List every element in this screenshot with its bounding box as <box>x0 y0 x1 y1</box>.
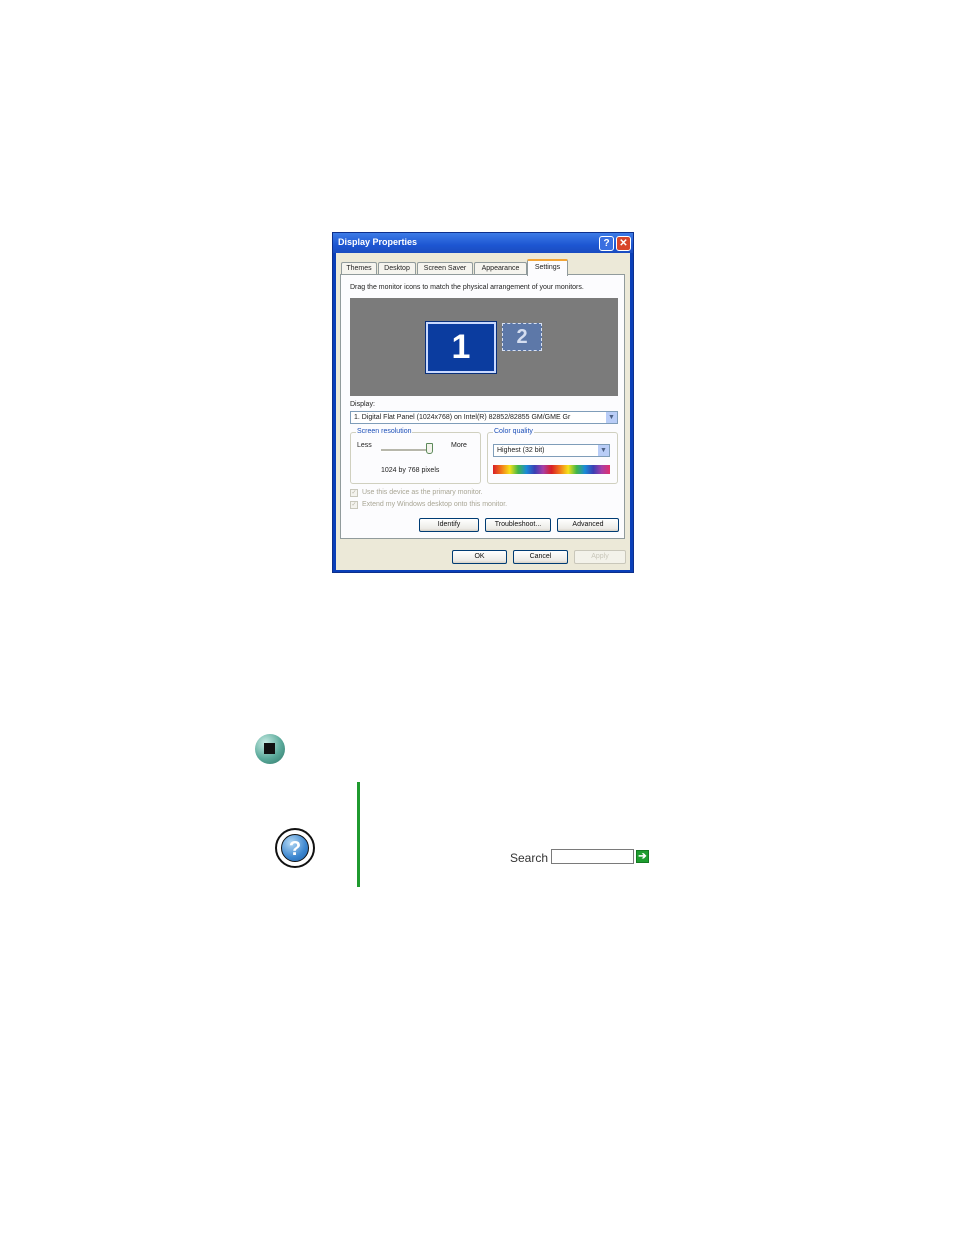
color-spectrum-bar <box>493 465 610 474</box>
window-title: Display Properties <box>338 237 418 247</box>
chevron-down-icon[interactable]: ▼ <box>598 445 609 456</box>
resolution-less-label: Less <box>357 442 372 449</box>
color-quality-title: Color quality <box>493 428 534 435</box>
resolution-value-text: 1024 by 768 pixels <box>381 467 440 474</box>
question-icon: ? <box>603 238 610 249</box>
monitor-arrangement-area[interactable]: 1 2 <box>350 298 618 396</box>
resolution-slider-thumb[interactable] <box>426 443 433 454</box>
extend-desktop-label: Extend my Windows desktop onto this moni… <box>362 501 508 508</box>
stop-square-bullet-icon <box>255 734 285 764</box>
question-mark-help-icon: ? <box>275 828 315 868</box>
color-quality-value: Highest (32 bit) <box>497 447 545 454</box>
screen-resolution-title: Screen resolution <box>356 428 413 435</box>
search-label: Search <box>510 851 549 865</box>
primary-monitor-label: Use this device as the primary monitor. <box>362 489 483 496</box>
square-icon <box>264 743 275 754</box>
troubleshoot-button[interactable]: Troubleshoot... <box>485 518 551 532</box>
help-button[interactable]: ? <box>599 236 614 251</box>
display-label: Display: <box>350 401 375 408</box>
resolution-more-label: More <box>451 442 467 449</box>
color-quality-group: Color quality Highest (32 bit) ▼ <box>487 428 618 484</box>
apply-button[interactable]: Apply <box>574 550 626 564</box>
monitor-2-icon[interactable]: 2 <box>502 323 542 351</box>
monitor-1-icon[interactable]: 1 <box>425 321 497 374</box>
color-quality-select[interactable]: Highest (32 bit) ▼ <box>493 444 610 457</box>
title-bar[interactable]: Display Properties ? ✕ <box>333 233 633 253</box>
search-input[interactable] <box>551 849 634 864</box>
arrow-right-icon: ➔ <box>638 851 647 862</box>
tab-settings[interactable]: Settings <box>527 259 568 276</box>
chevron-down-icon[interactable]: ▼ <box>606 412 617 423</box>
display-properties-window: Display Properties ? ✕ Themes Desktop Sc… <box>332 232 634 573</box>
settings-panel: Drag the monitor icons to match the phys… <box>340 274 625 539</box>
display-select[interactable]: 1. Digital Flat Panel (1024x768) on Inte… <box>350 411 618 424</box>
question-icon: ? <box>281 834 309 862</box>
ok-button[interactable]: OK <box>452 550 507 564</box>
identify-button[interactable]: Identify <box>419 518 479 532</box>
close-icon: ✕ <box>619 238 628 249</box>
display-select-value: 1. Digital Flat Panel (1024x768) on Inte… <box>354 414 571 421</box>
close-button[interactable]: ✕ <box>616 236 631 251</box>
screen-resolution-group: Screen resolution Less More 1024 by 768 … <box>350 428 481 484</box>
advanced-button[interactable]: Advanced <box>557 518 619 532</box>
instruction-text: Drag the monitor icons to match the phys… <box>350 284 584 291</box>
dialog-client-area: Themes Desktop Screen Saver Appearance S… <box>336 253 630 570</box>
search-go-button[interactable]: ➔ <box>636 850 649 863</box>
sidebar-rule <box>357 782 360 887</box>
extend-desktop-checkbox[interactable]: ✓ <box>350 501 358 509</box>
cancel-button[interactable]: Cancel <box>513 550 568 564</box>
primary-monitor-checkbox[interactable]: ✓ <box>350 489 358 497</box>
